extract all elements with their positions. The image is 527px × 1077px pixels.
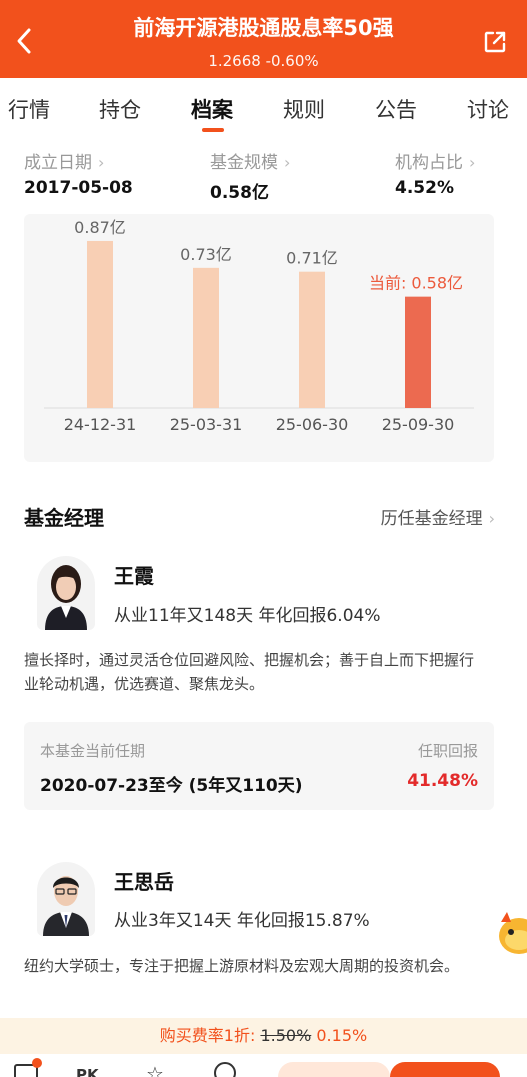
chart-x-tick-label: 25-03-31 xyxy=(170,415,243,434)
history-managers-link[interactable]: 历任基金经理 › xyxy=(381,504,495,529)
institution-ratio-value: 4.52% xyxy=(395,178,454,198)
fund-scale-value: 0.58亿 xyxy=(210,183,269,203)
fund-scale-label[interactable]: 基金规模 › xyxy=(210,148,290,173)
tab-discussion[interactable]: 讨论 xyxy=(467,94,509,124)
more-icon[interactable] xyxy=(214,1062,236,1077)
tenure-return-value: 41.48% xyxy=(407,771,478,791)
chevron-right-icon: › xyxy=(98,153,105,172)
active-tab-indicator xyxy=(202,128,224,132)
tenure-card: 本基金当前任期 任职回报 2020-07-23至今 (5年又110天) 41.4… xyxy=(24,722,494,810)
chevron-right-icon: › xyxy=(488,509,495,528)
secondary-action-button[interactable] xyxy=(278,1062,390,1077)
primary-action-button[interactable] xyxy=(390,1062,500,1077)
institution-ratio-label[interactable]: 机构占比 › xyxy=(395,148,475,173)
chart-x-tick-label: 24-12-31 xyxy=(64,415,137,434)
tab-market[interactable]: 行情 xyxy=(8,94,50,124)
tab-holdings[interactable]: 持仓 xyxy=(99,94,141,124)
star-icon[interactable]: ☆ xyxy=(146,1062,164,1077)
fund-scale-chart-svg: 0.87亿 24-12-31 0.73亿 25-03-31 0.71亿 25-06-30 当… xyxy=(44,218,474,434)
manager-avatar[interactable] xyxy=(37,862,95,936)
established-date-label[interactable]: 成立日期 › xyxy=(24,148,104,173)
managers-section-title: 基金经理 xyxy=(24,506,104,530)
manager-name[interactable]: 王思岳 xyxy=(114,866,174,895)
mascot-float-icon[interactable] xyxy=(497,910,527,958)
bottom-action-bar: PK ☆ xyxy=(0,1054,527,1077)
tenure-value: 2020-07-23至今 (5年又110天) xyxy=(40,776,303,796)
manager-description: 纽约大学硕士，专注于把握上游原材料及宏观大周期的投资机会。 xyxy=(24,957,460,975)
chart-data-label: 0.87亿 xyxy=(74,218,126,237)
chart-data-label: 0.73亿 xyxy=(180,245,232,264)
chart-bar[interactable] xyxy=(193,267,219,408)
manager-avatar[interactable] xyxy=(37,556,95,630)
established-date-value: 2017-05-08 xyxy=(24,178,133,198)
chart-data-label: 当前: 0.58亿 xyxy=(369,274,463,293)
purchase-fee-bar: 购买费率1折: 1.50% 0.15% xyxy=(0,1018,527,1054)
fund-nav-change: 1.2668 -0.60% xyxy=(208,52,319,70)
chart-bar[interactable] xyxy=(299,271,325,408)
manager-description: 擅长择时，通过灵活仓位回避风险、把握机会；善于自上而下把握行业轮动机遇，优选赛道… xyxy=(24,651,475,693)
tab-bar: 行情 持仓 档案 规则 公告 讨论 xyxy=(0,78,527,140)
app-header: 前海开源港股通股息率50强 1.2668 -0.60% xyxy=(0,0,527,78)
tab-profile[interactable]: 档案 xyxy=(191,94,233,124)
chart-bar[interactable] xyxy=(405,296,431,408)
chart-x-tick-label: 25-06-30 xyxy=(276,415,349,434)
chart-x-tick-label: 25-09-30 xyxy=(382,415,455,434)
chart-bar[interactable] xyxy=(87,240,113,408)
share-external-icon[interactable] xyxy=(483,30,507,54)
fund-scale-chart: 0.87亿 24-12-31 0.73亿 25-03-31 0.71亿 25-06-30 当… xyxy=(24,214,494,462)
chevron-right-icon: › xyxy=(469,153,476,172)
fee-original: 1.50% xyxy=(260,1026,312,1045)
manager-experience: 从业3年又14天 年化回报15.87% xyxy=(114,911,370,931)
manager-experience: 从业11年又148天 年化回报6.04% xyxy=(114,606,381,626)
chevron-right-icon: › xyxy=(284,153,291,172)
tenure-label: 本基金当前任期 xyxy=(40,742,146,760)
tenure-return-label: 任职回报 xyxy=(417,742,478,760)
tab-announcements[interactable]: 公告 xyxy=(375,94,417,124)
pk-icon[interactable]: PK xyxy=(76,1066,99,1077)
tab-rules[interactable]: 规则 xyxy=(283,94,325,124)
fee-discounted: 0.15% xyxy=(316,1026,368,1045)
notification-dot xyxy=(32,1058,42,1068)
manager-name[interactable]: 王霞 xyxy=(114,560,154,589)
chart-data-label: 0.71亿 xyxy=(286,249,338,268)
fund-title: 前海开源港股通股息率50强 xyxy=(133,16,394,40)
fee-prefix: 购买费率1折: xyxy=(159,1026,256,1045)
